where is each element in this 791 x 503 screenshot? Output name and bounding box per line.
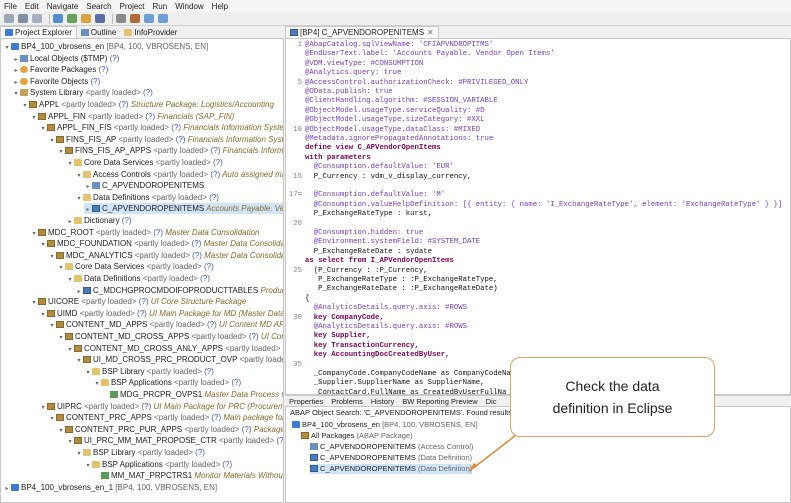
- annotation-callout: Check the data definition in Eclipse: [510, 357, 715, 437]
- callout-text: Check the data definition in Eclipse: [552, 378, 673, 416]
